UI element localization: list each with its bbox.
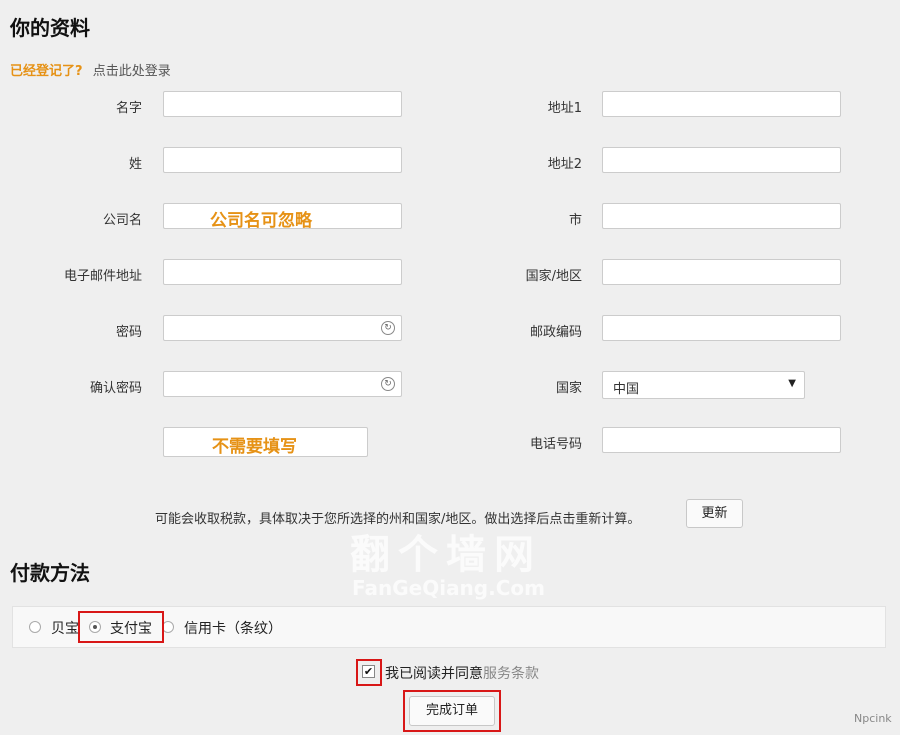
dropdown-arrow-icon: ▼ bbox=[788, 378, 796, 389]
company-optional-annotation: 公司名可忽略 bbox=[210, 211, 312, 231]
option-credit-card-label[interactable]: 信用卡（条纹） bbox=[184, 618, 282, 638]
address1-input[interactable] bbox=[602, 91, 841, 117]
no-need-fill-annotation: 不需要填写 bbox=[212, 437, 297, 457]
label-phone: 电话号码 bbox=[529, 437, 582, 452]
watermark-sub: FanGeQiang.Com bbox=[352, 576, 545, 600]
company-input[interactable]: 公司名可忽略 bbox=[163, 203, 402, 231]
phone-input[interactable] bbox=[602, 427, 841, 453]
already-registered-text: 已经登记了? bbox=[10, 64, 83, 79]
option-paypal-label[interactable]: 贝宝 bbox=[51, 618, 79, 638]
label-country: 国家 bbox=[555, 381, 582, 396]
country-selected-value: 中国 bbox=[613, 382, 640, 397]
corner-watermark: Npcink bbox=[854, 712, 892, 725]
login-prompt: 已经登记了? 点击此处登录 bbox=[10, 60, 171, 79]
city-input[interactable] bbox=[602, 203, 841, 229]
confirm-password-input[interactable]: ↻ bbox=[163, 371, 402, 397]
alipay-highlight-box bbox=[78, 611, 164, 643]
email-input[interactable] bbox=[163, 259, 402, 285]
label-last-name: 姓 bbox=[128, 157, 142, 172]
confirm-password-key-icon[interactable]: ↻ bbox=[381, 377, 395, 391]
label-company: 公司名 bbox=[102, 213, 142, 228]
label-postcode: 邮政编码 bbox=[529, 325, 582, 340]
label-address2: 地址2 bbox=[547, 157, 582, 172]
label-address1: 地址1 bbox=[547, 101, 582, 116]
complete-order-highlight-box bbox=[403, 690, 501, 732]
last-name-input[interactable] bbox=[163, 147, 402, 173]
section-title-payment: 付款方法 bbox=[10, 561, 90, 585]
address2-input[interactable] bbox=[602, 147, 841, 173]
login-link[interactable]: 点击此处登录 bbox=[93, 64, 171, 79]
label-email: 电子邮件地址 bbox=[63, 269, 142, 284]
watermark-main: 翻个墙网 bbox=[350, 532, 542, 578]
radio-paypal[interactable] bbox=[29, 621, 41, 633]
label-state-region: 国家/地区 bbox=[525, 269, 582, 284]
captcha-input[interactable]: 不需要填写 bbox=[163, 427, 368, 457]
terms-text: 我已阅读并同意服务条款 bbox=[385, 663, 539, 683]
password-key-icon[interactable]: ↻ bbox=[381, 321, 395, 335]
first-name-input[interactable] bbox=[163, 91, 402, 117]
terms-of-service-link[interactable]: 服务条款 bbox=[483, 666, 539, 682]
label-confirm-password: 确认密码 bbox=[89, 381, 142, 396]
terms-highlight-box bbox=[356, 659, 382, 686]
password-input[interactable]: ↻ bbox=[163, 315, 402, 341]
postcode-input[interactable] bbox=[602, 315, 841, 341]
terms-agree-text: 我已阅读并同意 bbox=[385, 666, 483, 682]
label-password: 密码 bbox=[115, 325, 142, 340]
section-title-profile: 你的资料 bbox=[10, 16, 90, 40]
label-city: 市 bbox=[568, 213, 582, 228]
country-select[interactable]: 中国 ▼ bbox=[602, 371, 805, 399]
label-first-name: 名字 bbox=[115, 101, 142, 116]
update-button[interactable]: 更新 bbox=[686, 499, 743, 528]
state-region-input[interactable] bbox=[602, 259, 841, 285]
